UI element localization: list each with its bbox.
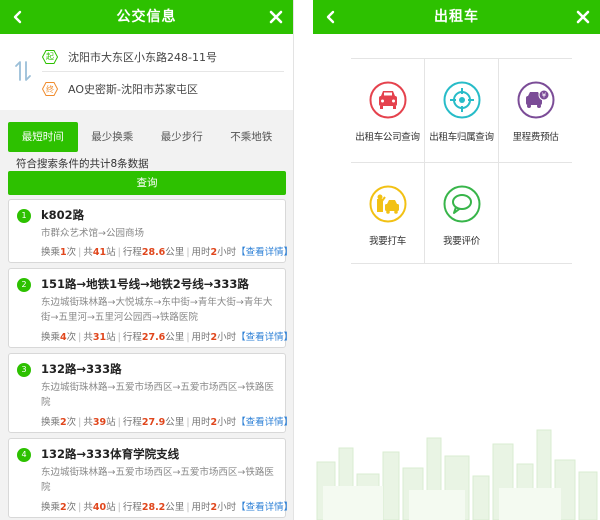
tab-fewest-transfers[interactable]: 最少换乘: [78, 122, 148, 152]
tab-no-subway[interactable]: 不乘地铁: [217, 122, 287, 152]
query-button[interactable]: 查询: [8, 171, 286, 195]
taxi-screen: 出租车 出租车公司查询 出租车归属查询 ¥ 里程费预估 我要打车 我要评价: [313, 0, 600, 520]
route-number-badge: 3: [17, 363, 31, 377]
close-icon[interactable]: [269, 10, 283, 24]
view-details-link[interactable]: 【查看详情】: [236, 417, 293, 428]
route-card[interactable]: 1 k802路 市群众艺术馆→公园商场 换乘1次 | 共41站 | 行程28.6公里 | 用…: [8, 199, 293, 263]
result-summary: 符合搜索条件的共计8条数据: [16, 158, 149, 170]
fare-estimate-label: 里程费预估: [512, 132, 559, 143]
route-title: 132路→333体育学院支线: [41, 447, 180, 461]
hail-taxi-icon: [369, 185, 407, 223]
bus-header: 公交信息: [0, 0, 293, 34]
destination-badge: 终: [42, 82, 58, 96]
submit-review-label: 我要评价: [443, 236, 480, 247]
route-meta: 换乘2次 | 共39站 | 行程27.9公里 | 用时2小时【查看详情】: [41, 417, 294, 428]
route-title: k802路: [41, 208, 85, 222]
destination-text: AO史密斯-沈阳市苏家屯区: [68, 83, 198, 96]
origin-field[interactable]: 起 沈阳市大东区小东路248-11号: [42, 42, 284, 72]
route-number-badge: 4: [17, 448, 31, 462]
view-details-link[interactable]: 【查看详情】: [236, 502, 293, 513]
route-meta: 换乘4次 | 共31站 | 行程27.6公里 | 用时2小时【查看详情】: [41, 332, 294, 343]
close-icon[interactable]: [576, 10, 590, 24]
route-title: 132路→333路: [41, 362, 122, 376]
view-details-link[interactable]: 【查看详情】: [236, 332, 293, 343]
route-input-panel: 起 沈阳市大东区小东路248-11号 终 AO史密斯-沈阳市苏家屯区: [0, 34, 293, 110]
route-mode-tabs: 最短时间 最少换乘 最少步行 不乘地铁: [8, 122, 286, 152]
tab-least-walking[interactable]: 最少步行: [147, 122, 217, 152]
fare-estimate-icon: ¥: [517, 81, 555, 119]
origin-badge: 起: [42, 49, 58, 64]
hail-taxi-label: 我要打车: [369, 236, 406, 247]
origin-text: 沈阳市大东区小东路248-11号: [68, 50, 217, 64]
page-title: 公交信息: [116, 9, 177, 25]
route-meta: 换乘1次 | 共41站 | 行程28.6公里 | 用时2小时【查看详情】: [41, 247, 294, 258]
route-card[interactable]: 3 132路→333路 东边城街珠林路→五爱市场西区→五爱市场西区→铁路医院 换…: [8, 353, 293, 433]
swap-icon[interactable]: [14, 58, 32, 84]
comment-bubble-icon: [443, 185, 481, 223]
taxi-ownership-query-label: 出租车归属查询: [429, 132, 494, 143]
bus-info-screen: 公交信息 起 沈阳市大东区小东路248-11号 终 AO史密斯-沈阳市苏家屯区 …: [0, 0, 294, 520]
city-skyline-illustration: [316, 429, 598, 520]
route-number-badge: 2: [17, 278, 31, 292]
route-path: 东边城街珠林路→五爱市场西区→五爱市场西区→铁路医院: [41, 467, 274, 493]
taxi-front-icon: [369, 81, 407, 119]
route-path: 东边城街珠林路→大悦城东→东中街→青年大街→青年大街→五里河→五里河公园西→铁路…: [41, 297, 273, 323]
route-path: 东边城街珠林路→五爱市场西区→五爱市场西区→铁路医院: [41, 382, 274, 408]
page-title: 出租车: [434, 9, 479, 25]
route-number-badge: 1: [17, 209, 31, 223]
route-meta: 换乘2次 | 共40站 | 行程28.2公里 | 用时2小时【查看详情】: [41, 502, 294, 513]
route-card[interactable]: 2 151路→地铁1号线→地铁2号线→333路 东边城街珠林路→大悦城东→东中街…: [8, 268, 293, 348]
route-card[interactable]: 4 132路→333体育学院支线 东边城街珠林路→五爱市场西区→五爱市场西区→铁…: [8, 438, 293, 518]
crosshair-icon: [443, 81, 481, 119]
destination-field[interactable]: 终 AO史密斯-沈阳市苏家屯区: [42, 74, 284, 104]
submit-review[interactable]: 我要评价: [425, 163, 498, 266]
tab-shortest-time[interactable]: 最短时间: [8, 122, 78, 152]
fare-estimate[interactable]: ¥ 里程费预估: [499, 59, 572, 162]
view-details-link[interactable]: 【查看详情】: [236, 247, 293, 258]
route-title: 151路→地铁1号线→地铁2号线→333路: [41, 277, 249, 291]
svg-text:¥: ¥: [542, 92, 547, 100]
hail-taxi[interactable]: 我要打车: [351, 163, 424, 266]
route-path: 市群众艺术馆→公园商场: [41, 228, 144, 239]
taxi-company-query-label: 出租车公司查询: [355, 132, 420, 143]
taxi-function-grid: 出租车公司查询 出租车归属查询 ¥ 里程费预估 我要打车 我要评价: [351, 58, 572, 264]
taxi-company-query[interactable]: 出租车公司查询: [351, 59, 424, 162]
taxi-header: 出租车: [313, 0, 600, 34]
taxi-ownership-query[interactable]: 出租车归属查询: [425, 59, 498, 162]
